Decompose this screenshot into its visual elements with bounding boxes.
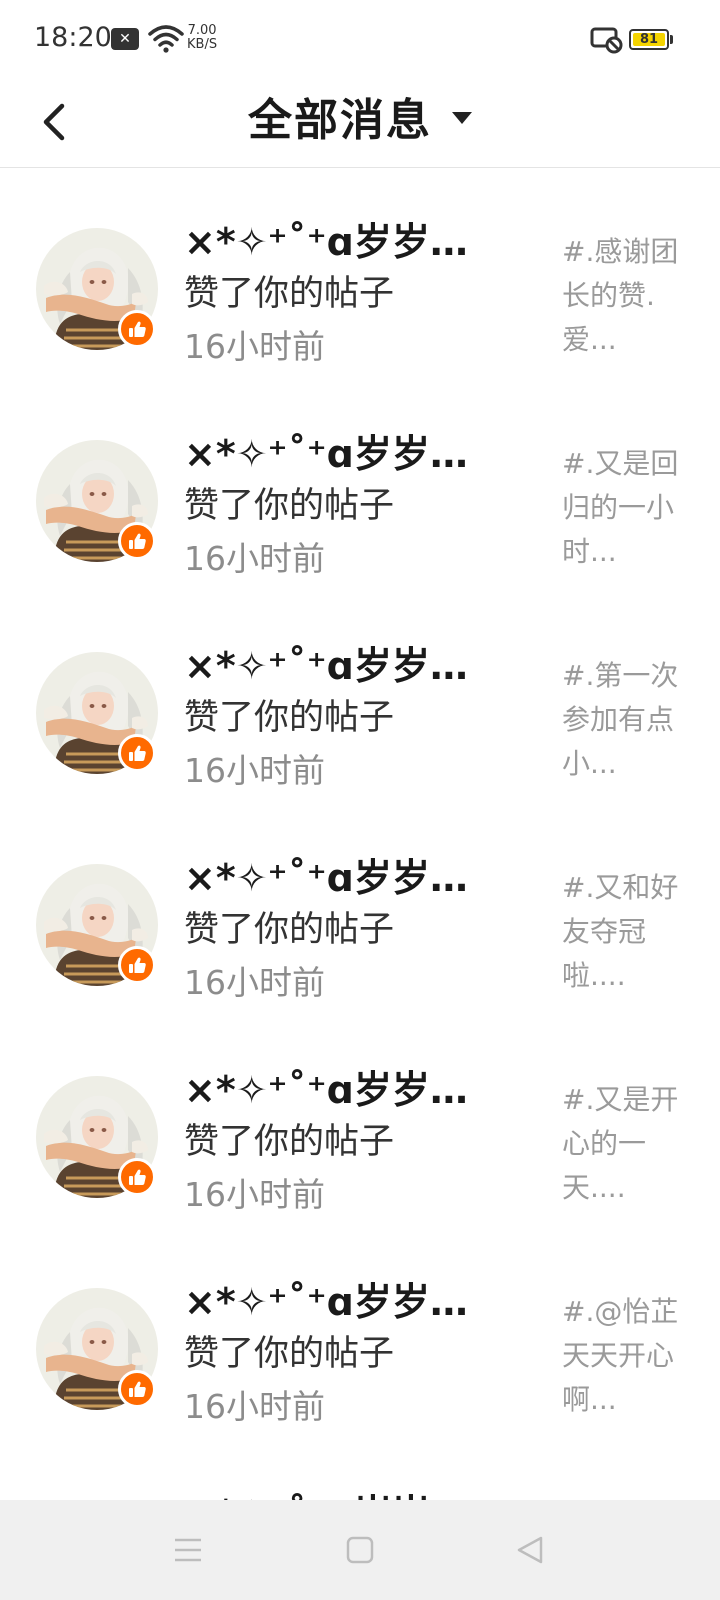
- list-item[interactable]: ×*✧⁺˚⁺ɑ岁岁こ...: [0, 1440, 720, 1500]
- system-nav-bar: [0, 1500, 720, 1600]
- thumbs-up-icon: [118, 522, 156, 560]
- action-text: 赞了你的帖子: [184, 1122, 395, 1162]
- sender-name: ×*✧⁺˚⁺ɑ岁岁こ...: [184, 220, 500, 264]
- status-bar: 18:20 ✕ 7.00 KB/S 81: [0, 0, 720, 80]
- square-home-icon: [346, 1536, 374, 1564]
- post-preview[interactable]: #.第一次参加有点小...: [562, 654, 686, 786]
- thumbs-up-icon: [118, 310, 156, 348]
- caret-down-icon: [452, 112, 472, 124]
- action-text: 赞了你的帖子: [184, 486, 395, 526]
- list-item[interactable]: ×*✧⁺˚⁺ɑ岁岁こ... 赞了你的帖子 16小时前 #.又和好友夺冠啦....: [0, 804, 720, 1016]
- post-preview[interactable]: #.@怡芷天天开心啊...: [562, 1290, 686, 1422]
- sender-name: ×*✧⁺˚⁺ɑ岁岁こ...: [184, 1490, 500, 1500]
- action-text: 赞了你的帖子: [184, 274, 395, 314]
- battery-nub: [670, 35, 673, 44]
- post-preview[interactable]: #.又是回归的一小时...: [562, 442, 686, 574]
- sender-name: ×*✧⁺˚⁺ɑ岁岁こ...: [184, 856, 500, 900]
- sender-name: ×*✧⁺˚⁺ɑ岁岁こ...: [184, 432, 500, 476]
- time-text: 16小时前: [184, 751, 325, 790]
- thumbs-up-icon: [118, 734, 156, 772]
- list-item[interactable]: ×*✧⁺˚⁺ɑ岁岁こ... 赞了你的帖子 16小时前 #.第一次参加有点小...: [0, 592, 720, 804]
- post-preview[interactable]: #.感谢团长的赞.爱...: [562, 230, 686, 362]
- post-preview[interactable]: #.又和好友夺冠啦....: [562, 866, 686, 998]
- list-item[interactable]: ×*✧⁺˚⁺ɑ岁岁こ... 赞了你的帖子 16小时前 #.感谢团长的赞.爱...: [0, 168, 720, 380]
- header: 全部消息: [0, 80, 720, 168]
- action-text: 赞了你的帖子: [184, 698, 395, 738]
- network-speed: 7.00 KB/S: [187, 24, 217, 52]
- message-list[interactable]: ×*✧⁺˚⁺ɑ岁岁こ... 赞了你的帖子 16小时前 #.感谢团长的赞.爱...…: [0, 168, 720, 1500]
- nav-back-button[interactable]: [510, 1530, 550, 1570]
- menu-button[interactable]: [168, 1530, 208, 1570]
- triangle-back-icon: [517, 1536, 543, 1564]
- home-button[interactable]: [340, 1530, 380, 1570]
- page-title: 全部消息: [248, 95, 432, 146]
- thumbs-up-icon: [118, 1158, 156, 1196]
- time-text: 16小时前: [184, 327, 325, 366]
- thumbs-up-icon: [118, 946, 156, 984]
- action-text: 赞了你的帖子: [184, 910, 395, 950]
- menu-icon: [175, 1538, 201, 1562]
- sender-name: ×*✧⁺˚⁺ɑ岁岁こ...: [184, 644, 500, 688]
- sender-name: ×*✧⁺˚⁺ɑ岁岁こ...: [184, 1068, 500, 1112]
- speed-unit: KB/S: [187, 37, 218, 52]
- action-text: 赞了你的帖子: [184, 1334, 395, 1374]
- post-preview[interactable]: #.又是开心的一天....: [562, 1078, 686, 1210]
- cast-off-icon: [590, 27, 623, 54]
- wifi-icon: [148, 25, 184, 53]
- list-item[interactable]: ×*✧⁺˚⁺ɑ岁岁こ... 赞了你的帖子 16小时前 #.@怡芷天天开心啊...: [0, 1228, 720, 1440]
- notification-icon: ✕: [111, 28, 139, 50]
- status-time: 18:20: [34, 22, 112, 53]
- list-item[interactable]: ×*✧⁺˚⁺ɑ岁岁こ... 赞了你的帖子 16小时前 #.又是开心的一天....: [0, 1016, 720, 1228]
- speed-value: 7.00: [187, 23, 217, 38]
- time-text: 16小时前: [184, 1387, 325, 1426]
- thumbs-up-icon: [118, 1370, 156, 1408]
- time-text: 16小时前: [184, 1175, 325, 1214]
- time-text: 16小时前: [184, 963, 325, 1002]
- time-text: 16小时前: [184, 539, 325, 578]
- battery-icon: 81: [629, 29, 669, 50]
- title-dropdown[interactable]: 全部消息: [0, 84, 720, 148]
- battery-level: 81: [633, 33, 665, 46]
- sender-name: ×*✧⁺˚⁺ɑ岁岁こ...: [184, 1280, 500, 1324]
- list-item[interactable]: ×*✧⁺˚⁺ɑ岁岁こ... 赞了你的帖子 16小时前 #.又是回归的一小时...: [0, 380, 720, 592]
